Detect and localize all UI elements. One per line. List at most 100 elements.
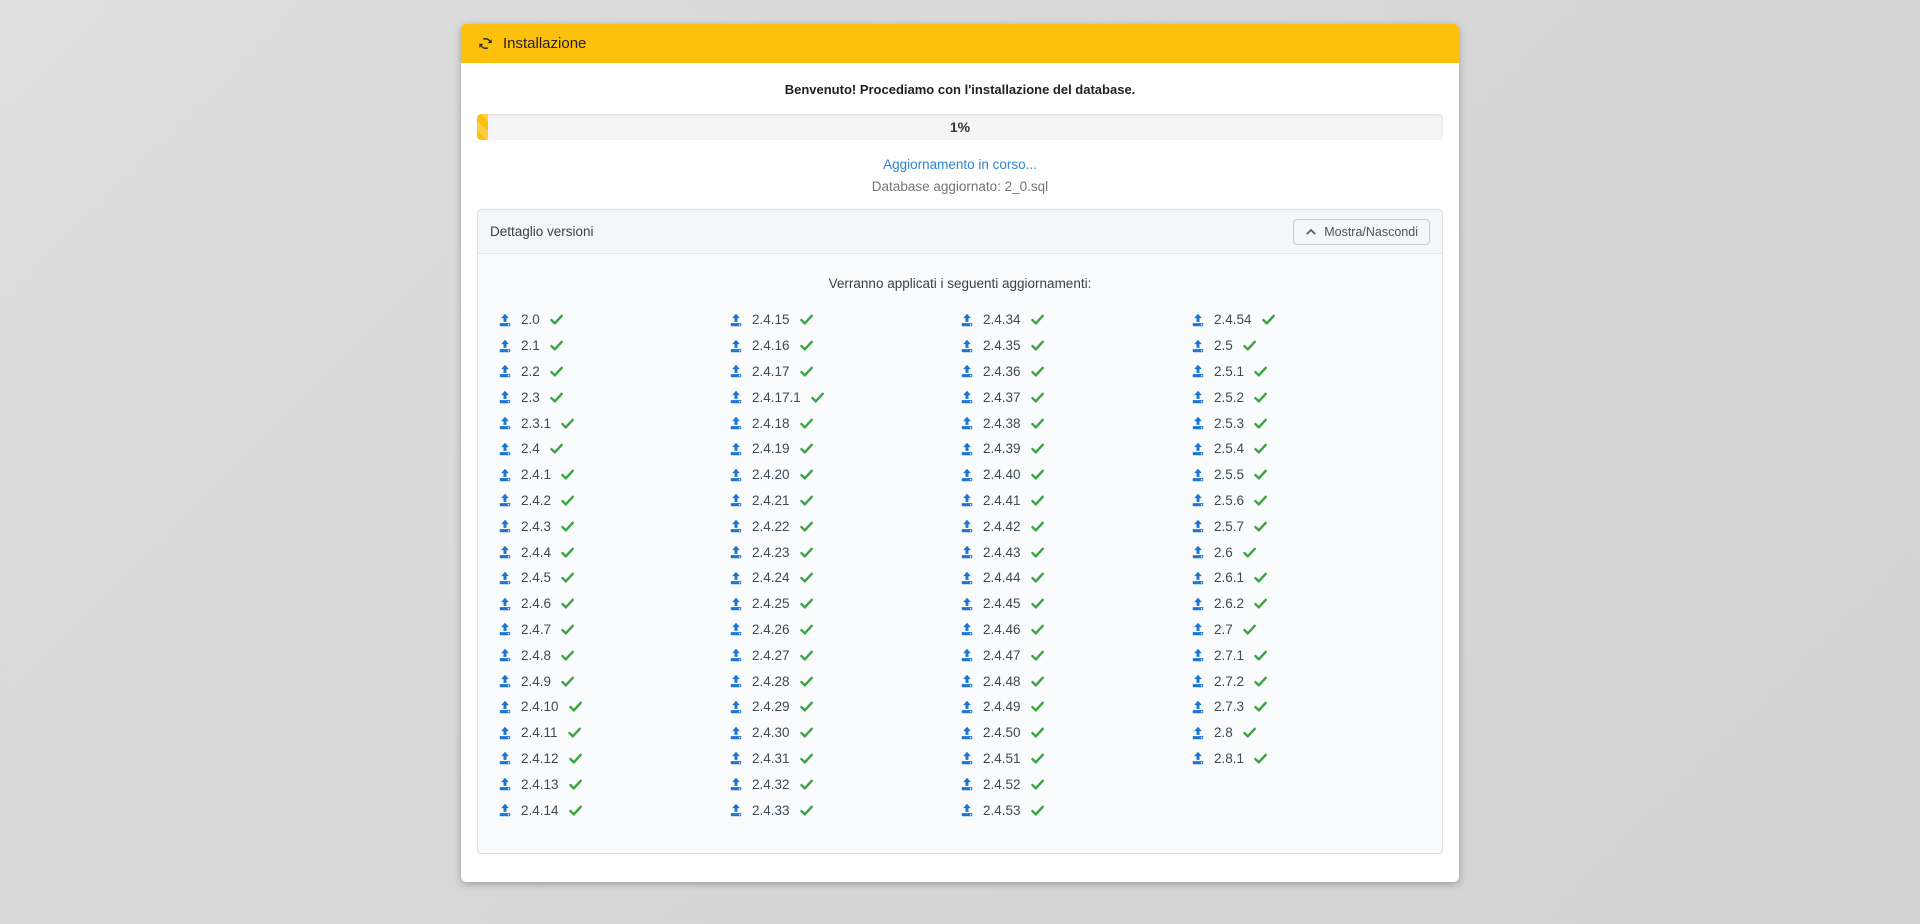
check-icon (1030, 364, 1045, 379)
version-item: 2.6.2 (1191, 591, 1422, 617)
version-item: 2.4.28 (729, 668, 960, 694)
version-label: 2.4.45 (983, 596, 1021, 611)
version-item: 2.4.53 (960, 797, 1191, 823)
upload-icon (960, 803, 974, 817)
version-label: 2.4.51 (983, 751, 1021, 766)
check-icon (560, 570, 575, 585)
upload-icon (1191, 468, 1205, 482)
check-icon (567, 725, 582, 740)
version-label: 2.4.12 (521, 751, 559, 766)
version-item: 2.5.1 (1191, 359, 1422, 385)
check-icon (560, 622, 575, 637)
card-body: Benvenuto! Procediamo con l'installazion… (461, 63, 1459, 882)
version-label: 2.5.5 (1214, 467, 1244, 482)
version-label: 2.4.50 (983, 725, 1021, 740)
version-label: 2.0 (521, 312, 540, 327)
version-item: 2.4.44 (960, 565, 1191, 591)
check-icon (1253, 416, 1268, 431)
check-icon (1242, 725, 1257, 740)
upload-icon (960, 751, 974, 765)
check-icon (799, 441, 814, 456)
version-label: 2.1 (521, 338, 540, 353)
check-icon (799, 777, 814, 792)
check-icon (549, 312, 564, 327)
progress-percent: 1% (477, 114, 1443, 140)
version-item: 2.4.11 (498, 720, 729, 746)
version-label: 2.4.6 (521, 596, 551, 611)
version-item: 2.5.7 (1191, 513, 1422, 539)
check-icon (799, 416, 814, 431)
version-item: 2.4.19 (729, 436, 960, 462)
check-icon (1030, 674, 1045, 689)
upload-icon (498, 597, 512, 611)
status-text: Aggiornamento in corso... (477, 157, 1443, 172)
check-icon (799, 751, 814, 766)
upload-icon (498, 390, 512, 404)
install-card: Installazione Benvenuto! Procediamo con … (461, 24, 1459, 882)
version-item: 2.7.1 (1191, 642, 1422, 668)
version-label: 2.6.2 (1214, 596, 1244, 611)
version-label: 2.5 (1214, 338, 1233, 353)
upload-icon (498, 777, 512, 791)
version-label: 2.4.39 (983, 441, 1021, 456)
page-title: Installazione (503, 35, 586, 52)
upload-icon (1191, 519, 1205, 533)
version-item: 2.6 (1191, 539, 1422, 565)
version-label: 2.4.31 (752, 751, 790, 766)
check-icon (1030, 441, 1045, 456)
version-label: 2.7.1 (1214, 648, 1244, 663)
upload-icon (1191, 700, 1205, 714)
versions-panel-body: Verranno applicati i seguenti aggiorname… (478, 254, 1442, 853)
version-item: 2.4.17 (729, 359, 960, 385)
version-label: 2.6.1 (1214, 570, 1244, 585)
upload-icon (1191, 674, 1205, 688)
upload-icon (498, 648, 512, 662)
upload-icon (1191, 571, 1205, 585)
upload-icon (729, 468, 743, 482)
version-item: 2.4.17.1 (729, 384, 960, 410)
upload-icon (729, 597, 743, 611)
version-label: 2.4.46 (983, 622, 1021, 637)
upload-icon (729, 416, 743, 430)
version-label: 2.4.42 (983, 519, 1021, 534)
check-icon (1253, 519, 1268, 534)
upload-icon (1191, 726, 1205, 740)
check-icon (549, 390, 564, 405)
version-item: 2.1 (498, 333, 729, 359)
version-item: 2.4.32 (729, 771, 960, 797)
version-label: 2.4.28 (752, 674, 790, 689)
version-item: 2.5.4 (1191, 436, 1422, 462)
version-label: 2.4.21 (752, 493, 790, 508)
upload-icon (1191, 442, 1205, 456)
check-icon (1253, 364, 1268, 379)
show-hide-button[interactable]: Mostra/Nascondi (1293, 219, 1430, 245)
upload-icon (498, 803, 512, 817)
version-item: 2.4.38 (960, 410, 1191, 436)
check-icon (799, 803, 814, 818)
upload-icon (729, 390, 743, 404)
version-label: 2.4.5 (521, 570, 551, 585)
versions-panel-header: Dettaglio versioni Mostra/Nascondi (478, 210, 1442, 254)
version-item: 2.4.48 (960, 668, 1191, 694)
version-item: 2.4.12 (498, 746, 729, 772)
version-item: 2.4.54 (1191, 307, 1422, 333)
version-item: 2.4.4 (498, 539, 729, 565)
version-item: 2.5.3 (1191, 410, 1422, 436)
upload-icon (960, 493, 974, 507)
version-label: 2.5.1 (1214, 364, 1244, 379)
check-icon (799, 648, 814, 663)
version-label: 2.4.25 (752, 596, 790, 611)
version-label: 2.4.23 (752, 545, 790, 560)
version-item: 2.4.3 (498, 513, 729, 539)
upload-icon (960, 597, 974, 611)
upload-icon (960, 416, 974, 430)
check-icon (1242, 622, 1257, 637)
version-label: 2.4.14 (521, 803, 559, 818)
version-item: 2.5.5 (1191, 462, 1422, 488)
version-item: 2.4.26 (729, 617, 960, 643)
upload-icon (498, 364, 512, 378)
check-icon (1253, 570, 1268, 585)
version-item: 2.8.1 (1191, 746, 1422, 772)
upload-icon (498, 545, 512, 559)
version-label: 2.5.6 (1214, 493, 1244, 508)
